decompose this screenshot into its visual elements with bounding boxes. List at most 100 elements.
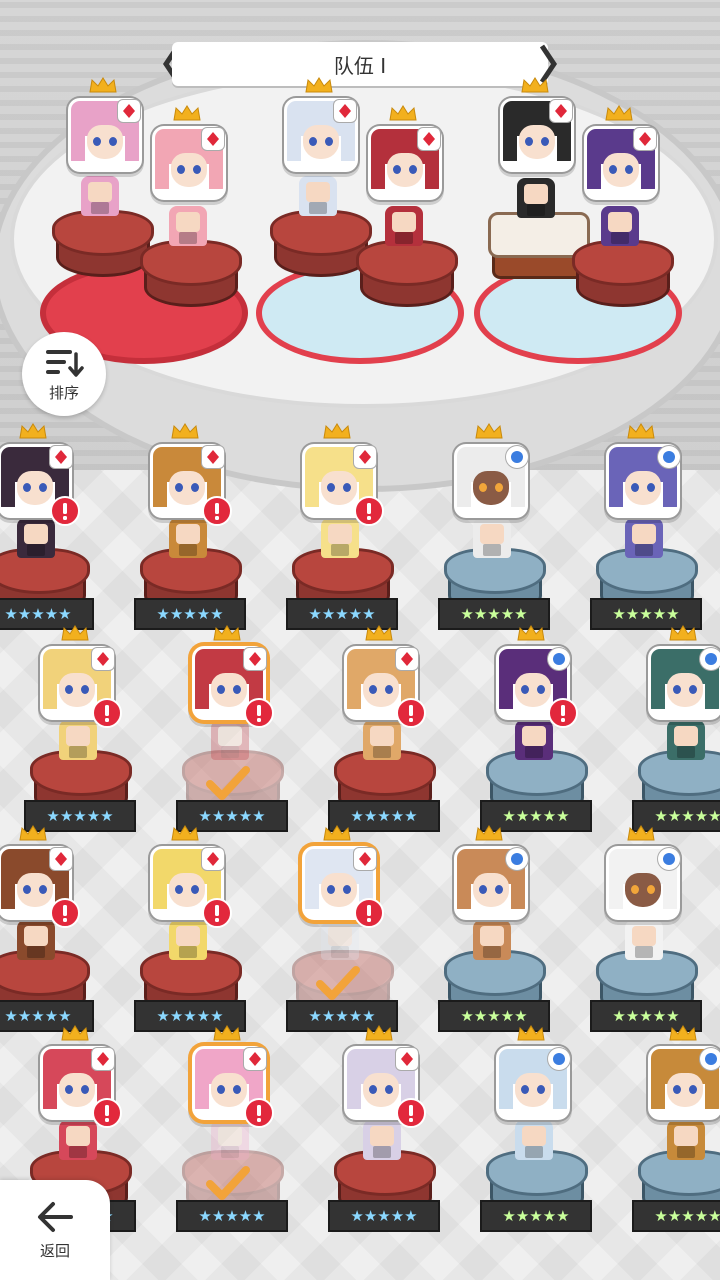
character-sprite[interactable] [625,920,663,960]
portrait-eye [673,685,681,694]
portrait-eye [537,685,545,694]
element-dot-icon [658,446,680,468]
selected-check-icon [204,1164,252,1204]
character-sprite[interactable] [81,176,119,216]
back-button[interactable]: 返回 [0,1180,110,1280]
character-sprite[interactable] [59,720,97,760]
portrait-hair-side [371,149,385,189]
portrait-eye [39,885,47,894]
character-sprite[interactable] [473,518,511,558]
portrait-hair-side [195,1069,209,1109]
portrait-eye [631,483,639,492]
star-rating: ★★★★★ [480,1200,592,1232]
portrait-eye [233,1085,241,1094]
portrait-eye [537,1085,545,1094]
crown-icon [60,1024,90,1042]
character-sprite[interactable] [169,206,207,246]
portrait-eye [689,685,697,694]
element-dot-icon [700,1048,720,1070]
character-sprite[interactable] [321,518,359,558]
character-sprite[interactable] [169,518,207,558]
star-rating-text: ★★★★★ [350,807,418,825]
character-sprite[interactable] [169,920,207,960]
crown-icon [516,1024,546,1042]
portrait-hair-side [553,1069,567,1109]
character-sprite[interactable] [667,720,705,760]
character-sprite[interactable] [667,1120,705,1160]
character-sprite[interactable] [299,176,337,216]
portrait-hair-side [209,149,223,189]
portrait-eye [525,137,533,146]
character-pedestal [488,212,590,282]
crown-icon [668,624,698,642]
character-sprite[interactable] [601,206,639,246]
star-rating-text: ★★★★★ [198,807,266,825]
crown-icon [520,76,550,94]
portrait-hair-side [511,869,525,909]
character-sprite[interactable] [473,920,511,960]
portrait-hair-side [155,149,169,189]
diamond-class-icon [396,648,418,670]
crown-icon [626,422,656,440]
character-sprite[interactable] [625,518,663,558]
character-sprite[interactable] [515,720,553,760]
portrait-eye [217,685,225,694]
portrait-hair-side [287,121,301,161]
alert-icon [396,1098,426,1128]
portrait-eye [521,1085,529,1094]
character-sprite[interactable] [363,1120,401,1160]
portrait-hair-side [511,467,525,507]
star-rating-text: ★★★★★ [502,1207,570,1225]
character-sprite[interactable] [363,720,401,760]
sort-button[interactable]: 排序 [22,332,106,416]
crown-icon [18,824,48,842]
portrait-eye [23,885,31,894]
crown-icon [364,1024,394,1042]
crown-icon [60,624,90,642]
character-sprite[interactable] [385,206,423,246]
portrait-hair-side [587,149,601,189]
portrait-eye [191,483,199,492]
portrait-hair-side [609,869,623,909]
character-sprite[interactable] [17,518,55,558]
diamond-class-icon [334,100,356,122]
character-sprite[interactable] [321,920,359,960]
portrait-eye [369,685,377,694]
diamond-class-icon [244,1048,266,1070]
character-sprite[interactable] [59,1120,97,1160]
portrait-eye [393,165,401,174]
element-dot-icon [548,1048,570,1070]
star-rating-text: ★★★★★ [308,605,376,623]
portrait-eye [625,165,633,174]
character-sprite[interactable] [17,920,55,960]
diamond-class-icon [418,128,440,150]
character-sprite[interactable] [515,1120,553,1160]
portrait-hair-side [347,1069,361,1109]
portrait-eye [343,885,351,894]
team-title-text: 队伍 I [333,53,387,78]
diamond-class-icon [50,848,72,870]
alert-icon [244,1098,274,1128]
sort-icon [46,349,84,377]
portrait-eye [479,885,487,894]
element-dot-icon [700,648,720,670]
alert-icon [50,496,80,526]
character-sprite[interactable] [211,1120,249,1160]
crown-icon [212,624,242,642]
selected-check-icon [314,964,362,1004]
crown-icon [304,76,334,94]
diamond-class-icon [202,848,224,870]
alert-icon [244,698,274,728]
portrait-eye [191,885,199,894]
portrait-eye [479,483,487,492]
element-dot-icon [506,848,528,870]
star-rating-text: ★★★★★ [460,1007,528,1025]
alert-icon [202,496,232,526]
character-sprite[interactable] [211,720,249,760]
character-sprite[interactable] [517,178,555,218]
star-rating: ★★★★★ [176,1200,288,1232]
portrait-hair-side [153,467,167,507]
portrait-hair-side [305,467,319,507]
portrait-eye [385,685,393,694]
portrait-eye [23,483,31,492]
